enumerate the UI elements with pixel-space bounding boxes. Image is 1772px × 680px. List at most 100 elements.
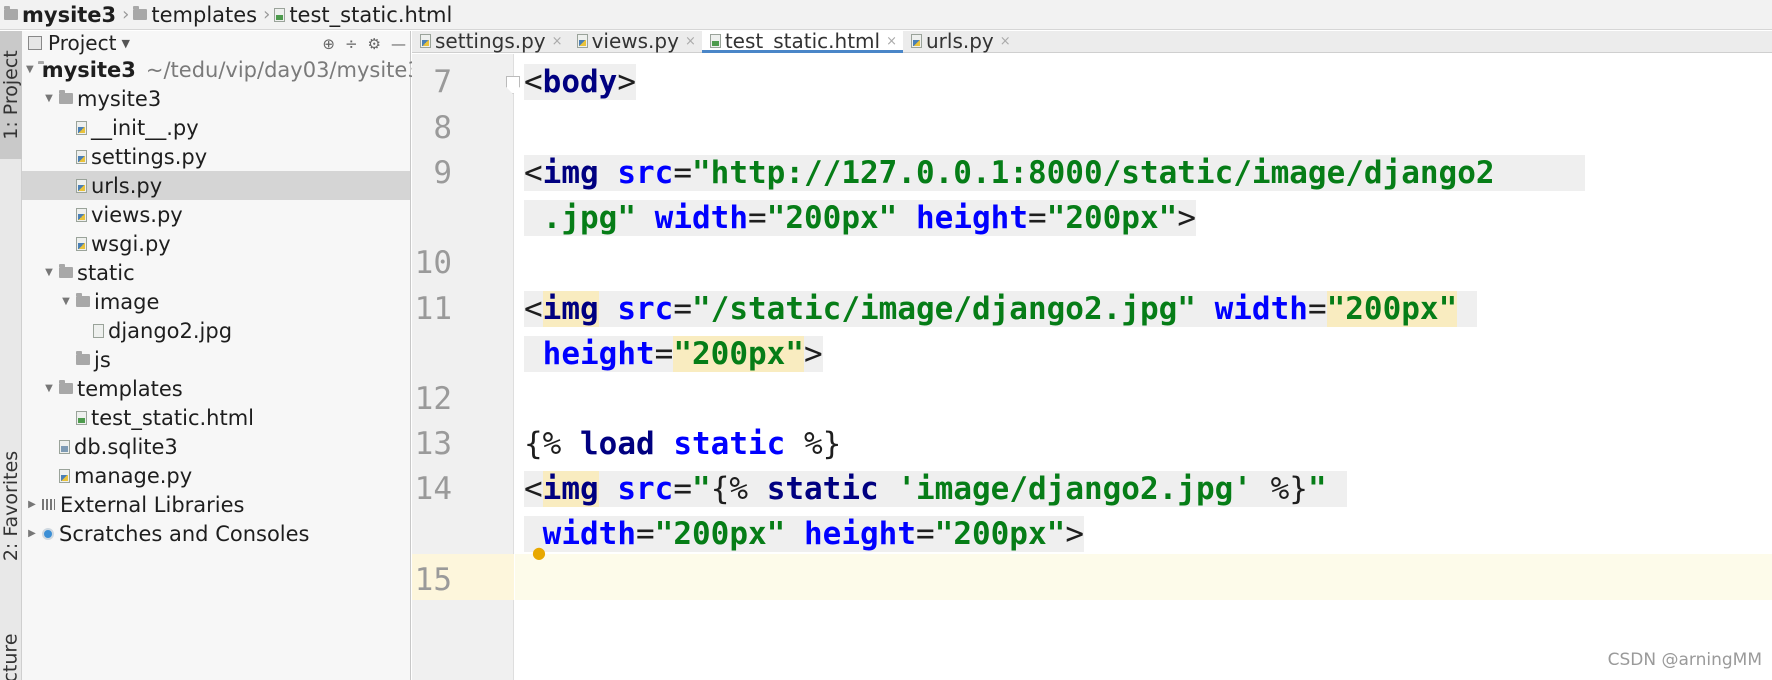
editor-tab-label: views.py bbox=[591, 29, 679, 53]
python-file-icon bbox=[76, 178, 87, 193]
tree-item[interactable]: db.sqlite3 bbox=[22, 432, 410, 461]
favorites-tool-tab[interactable]: 2: Favorites bbox=[0, 411, 22, 601]
code-line-9-wrap: .jpg" width="200px" height="200px"> bbox=[524, 200, 1196, 236]
editor-tab-label: test_static.html bbox=[724, 29, 881, 53]
image-file-icon bbox=[93, 323, 104, 338]
editor-tab[interactable]: test_static.html × bbox=[701, 29, 904, 53]
project-tool-tab[interactable]: 1: Project bbox=[0, 31, 22, 159]
html-file-icon bbox=[709, 34, 721, 48]
tree-item-label: mysite3 bbox=[41, 57, 136, 82]
python-file-icon bbox=[576, 34, 588, 48]
code-line-13: {% load static %} bbox=[524, 426, 842, 462]
editor-tab[interactable]: urls.py × bbox=[903, 29, 1017, 53]
breadcrumb: mysite3 › templates › test_static.html bbox=[0, 0, 1772, 30]
tree-item[interactable]: ▼ mysite3 bbox=[22, 84, 410, 113]
tree-item[interactable]: ▼ mysite3 ~/tedu/vip/day03/mysite3 bbox=[22, 55, 421, 84]
tree-item-label: mysite3 bbox=[77, 86, 162, 111]
folder-icon bbox=[76, 351, 90, 365]
tree-item-label: views.py bbox=[91, 202, 183, 227]
close-icon[interactable]: × bbox=[685, 34, 696, 49]
code-line-7: <body> bbox=[524, 64, 636, 100]
tree-item[interactable]: js bbox=[22, 345, 410, 374]
project-panel-title[interactable]: Project bbox=[48, 31, 116, 55]
tree-item[interactable]: ▼ static bbox=[22, 258, 410, 287]
html-file-icon bbox=[76, 410, 87, 425]
tree-item-label: image bbox=[94, 289, 160, 314]
python-file-icon bbox=[910, 34, 922, 48]
tree-item-label: js bbox=[94, 347, 111, 372]
chevron-down-icon[interactable]: ▼ bbox=[43, 383, 55, 394]
tree-item-label: test_static.html bbox=[91, 405, 254, 430]
tree-item-label: urls.py bbox=[91, 173, 163, 198]
editor-tab[interactable]: settings.py × bbox=[412, 29, 569, 53]
watermark: CSDN @arningMM bbox=[1607, 650, 1762, 670]
line-number: 9 bbox=[433, 155, 452, 191]
python-file-icon bbox=[76, 207, 87, 222]
current-line-highlight bbox=[515, 554, 1772, 600]
close-icon[interactable]: × bbox=[1000, 34, 1011, 49]
tree-item-label: django2.jpg bbox=[108, 318, 233, 343]
close-icon[interactable]: × bbox=[552, 34, 563, 49]
code-line-11-wrap: height="200px"> bbox=[524, 336, 823, 372]
tree-item[interactable]: test_static.html bbox=[22, 403, 410, 432]
chevron-down-icon[interactable]: ▼ bbox=[26, 64, 34, 75]
tree-item[interactable]: ▶ Scratches and Consoles bbox=[22, 519, 410, 548]
line-number: 12 bbox=[414, 381, 452, 417]
html-file-icon bbox=[274, 7, 286, 22]
line-number: 15 bbox=[414, 562, 452, 598]
minimize-icon[interactable]: — bbox=[391, 35, 406, 53]
close-icon[interactable]: × bbox=[886, 34, 897, 49]
line-number: 10 bbox=[414, 245, 452, 281]
python-file-icon bbox=[420, 34, 431, 48]
folder-icon bbox=[59, 90, 73, 104]
chevron-right-icon[interactable]: ▶ bbox=[26, 499, 38, 510]
code-line-11: <img src="/static/image/django2.jpg" wid… bbox=[524, 291, 1478, 327]
locate-icon[interactable]: ⊕ bbox=[322, 35, 335, 53]
scratches-icon bbox=[42, 527, 54, 540]
project-tree: ▼ mysite3 ~/tedu/vip/day03/mysite3 ▼ mysite3… bbox=[22, 55, 421, 548]
chevron-down-icon[interactable]: ▼ bbox=[43, 267, 55, 278]
breadcrumb-item-project[interactable]: mysite3 bbox=[0, 3, 116, 27]
tree-item[interactable]: django2.jpg bbox=[22, 316, 410, 345]
tree-item[interactable]: ▶ External Libraries bbox=[22, 490, 410, 519]
code-editor[interactable]: 7 8 9 10 11 12 13 14 15 <body> <img src=… bbox=[412, 54, 1772, 680]
line-number: 8 bbox=[433, 110, 452, 146]
collapse-icon[interactable]: ÷ bbox=[345, 35, 358, 53]
breadcrumb-item-templates[interactable]: templates bbox=[133, 3, 257, 27]
tree-item-label: __init__.py bbox=[91, 115, 199, 140]
editor-tab-label: urls.py bbox=[925, 29, 994, 53]
tool-window-strip: 1: Project 2: Favorites cture bbox=[0, 31, 22, 680]
tree-item-label: External Libraries bbox=[60, 492, 245, 517]
lightbulb-icon[interactable]: ● bbox=[532, 543, 546, 562]
python-file-icon bbox=[76, 120, 87, 135]
tree-item[interactable]: __init__.py bbox=[22, 113, 410, 142]
tree-item[interactable]: views.py bbox=[22, 200, 410, 229]
breadcrumb-item-file[interactable]: test_static.html bbox=[274, 3, 452, 27]
code-line-14-wrap: width="200px" height="200px"> bbox=[524, 516, 1084, 552]
tree-item[interactable]: wsgi.py bbox=[22, 229, 410, 258]
chevron-down-icon[interactable]: ▼ bbox=[60, 296, 72, 307]
tree-item[interactable]: ▼ templates bbox=[22, 374, 410, 403]
chevron-down-icon[interactable]: ▼ bbox=[121, 37, 129, 50]
code-line-14: <img src="{% static 'image/django2.jpg' … bbox=[524, 471, 1347, 507]
tree-item[interactable]: settings.py bbox=[22, 142, 410, 171]
tree-item[interactable]: urls.py bbox=[22, 171, 410, 200]
folder-icon bbox=[76, 293, 90, 307]
editor-tab[interactable]: views.py × bbox=[569, 29, 702, 53]
tree-item-label: manage.py bbox=[74, 463, 193, 488]
structure-tool-tab[interactable]: cture bbox=[0, 633, 22, 680]
tree-item-label: templates bbox=[77, 376, 183, 401]
gear-icon[interactable]: ⚙ bbox=[368, 35, 381, 53]
chevron-down-icon[interactable]: ▼ bbox=[43, 93, 55, 104]
python-file-icon bbox=[76, 236, 87, 251]
tree-item[interactable]: ▼ image bbox=[22, 287, 410, 316]
tree-item-label: Scratches and Consoles bbox=[59, 521, 310, 546]
chevron-right-icon[interactable]: ▶ bbox=[26, 528, 38, 539]
tree-item-label: db.sqlite3 bbox=[74, 434, 178, 459]
tree-item[interactable]: manage.py bbox=[22, 461, 410, 490]
folder-icon bbox=[133, 6, 148, 20]
breadcrumb-separator: › bbox=[263, 4, 271, 25]
folder-icon bbox=[59, 264, 73, 278]
tree-item-label: wsgi.py bbox=[91, 231, 171, 256]
library-icon bbox=[42, 499, 55, 510]
